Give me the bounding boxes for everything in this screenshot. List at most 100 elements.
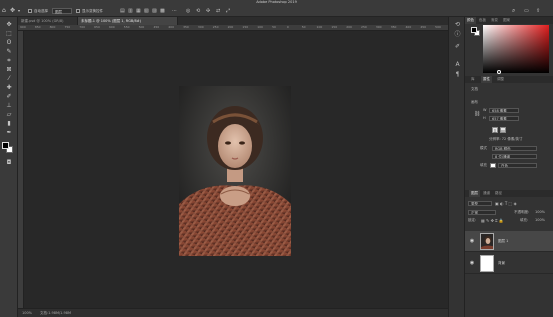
- layer-kind-filter[interactable]: 类型: [468, 201, 492, 206]
- bit-depth-dropdown[interactable]: 8 位/通道: [492, 154, 537, 159]
- move-tool-icon[interactable]: ✥: [2, 21, 16, 28]
- layer-row-1[interactable]: ◉ 图层 1: [465, 231, 553, 252]
- ruler-tick-label: 500: [435, 25, 441, 29]
- ruler-tick-label: 300: [197, 25, 204, 29]
- align-bottom-icon[interactable]: ▩: [160, 8, 165, 14]
- lasso-tool-icon[interactable]: ʘ: [2, 39, 16, 46]
- ruler-tick-label: 750: [64, 25, 71, 29]
- tab-patterns[interactable]: 图案: [501, 17, 512, 24]
- brush-settings-icon[interactable]: ✐: [453, 43, 462, 51]
- ruler-tick-label: 650: [94, 25, 100, 29]
- eye-icon[interactable]: ◉: [469, 238, 475, 244]
- distribute-icon[interactable]: ⋯: [172, 8, 177, 14]
- blend-mode-dropdown[interactable]: 正常: [468, 210, 496, 215]
- fill-opacity-value[interactable]: 100%: [535, 218, 545, 223]
- filter-icons[interactable]: ▣ ◐ T ⬚ ◈: [495, 201, 517, 206]
- info-icon[interactable]: ⓘ: [453, 31, 462, 39]
- ruler-tick-label: 450: [420, 25, 427, 29]
- tab-paths[interactable]: 路径: [493, 190, 504, 197]
- auto-select-checkbox[interactable]: [28, 9, 32, 13]
- zoom-level[interactable]: 100%: [22, 309, 32, 317]
- eyedropper-tool-icon[interactable]: ⁄: [2, 75, 16, 82]
- character-icon[interactable]: A: [453, 61, 462, 69]
- properties-canvas-heading: 画布: [471, 100, 478, 104]
- 3d-mode-icon[interactable]: ◎: [186, 8, 190, 14]
- eraser-tool-icon[interactable]: ▱: [2, 111, 16, 118]
- tab-channels[interactable]: 通道: [481, 190, 492, 197]
- tab-color[interactable]: 颜色: [465, 17, 476, 24]
- tab-gradients[interactable]: 渐变: [489, 17, 500, 24]
- mode-label: 模式: [480, 146, 487, 150]
- chevron-down-icon[interactable]: ▾: [18, 8, 20, 14]
- clone-stamp-tool-icon[interactable]: ⊥: [2, 102, 16, 109]
- healing-brush-tool-icon[interactable]: ✚: [2, 84, 16, 91]
- ruler-tick-label: 150: [331, 25, 338, 29]
- 3d-rotate-icon[interactable]: ⟲: [196, 8, 200, 14]
- color-picker-field[interactable]: [483, 25, 549, 74]
- lock-icons[interactable]: ▦ ✎ ✥ ⌗ 🔒: [481, 218, 504, 223]
- link-icon[interactable]: ⛓: [474, 112, 480, 117]
- width-field[interactable]: 658 像素: [489, 108, 519, 113]
- workspace-icon[interactable]: ▭: [524, 8, 529, 14]
- quick-select-tool-icon[interactable]: ✎: [2, 48, 16, 55]
- crop-tool-icon[interactable]: ⌗: [2, 57, 16, 64]
- brush-tool-icon[interactable]: ✐: [2, 93, 16, 100]
- fill-color-swatch[interactable]: [490, 163, 496, 168]
- align-top-icon[interactable]: ▧: [144, 8, 149, 14]
- ruler-tick-label: 700: [79, 25, 86, 29]
- ruler-tick-label: 0: [286, 25, 289, 29]
- orientation-landscape-button[interactable]: ▭: [500, 127, 506, 133]
- tab-swatches[interactable]: 色板: [477, 17, 488, 24]
- auto-select-label: 自动选择: [34, 9, 48, 13]
- home-icon[interactable]: ⌂: [2, 8, 6, 14]
- 3d-slide-icon[interactable]: ⇄: [216, 8, 220, 14]
- layer-name[interactable]: 图层 1: [498, 238, 508, 244]
- foreground-color-swatch[interactable]: [2, 142, 9, 149]
- search-icon[interactable]: ⌕: [512, 8, 515, 14]
- ruler-tick-label: 50: [272, 25, 276, 29]
- opacity-value[interactable]: 100%: [535, 210, 545, 215]
- panel-foreground-swatch[interactable]: [471, 27, 477, 33]
- 3d-scale-icon[interactable]: ⤢: [226, 8, 230, 14]
- tab-properties[interactable]: 属性: [481, 76, 492, 83]
- 3d-pan-icon[interactable]: ✣: [206, 8, 210, 14]
- move-tool-icon[interactable]: ✥: [10, 8, 15, 14]
- tab-adjustments[interactable]: 调整: [495, 76, 506, 83]
- mode-dropdown[interactable]: RGB 颜色: [492, 146, 537, 151]
- fill-dropdown[interactable]: 白色: [498, 163, 537, 168]
- align-center-icon[interactable]: ▥: [128, 8, 133, 14]
- portrait-photo: [179, 86, 291, 256]
- align-right-icon[interactable]: ▦: [136, 8, 141, 14]
- ruler-tick-label: 200: [346, 25, 352, 29]
- height-field[interactable]: 657 像素: [489, 116, 519, 121]
- document-tab-2[interactable]: 未标题-1 @ 100% (图层 1, RGB/8#): [78, 17, 178, 25]
- tab-layers[interactable]: 图层: [469, 190, 480, 197]
- properties-panel-tabs: 库 属性 调整: [465, 76, 553, 83]
- layer-thumbnail: [480, 255, 494, 272]
- align-left-icon[interactable]: ▤: [120, 8, 125, 14]
- pen-tool-icon[interactable]: ✒: [2, 129, 16, 136]
- quick-mask-icon[interactable]: ◘: [2, 159, 16, 166]
- transform-controls-checkbox[interactable]: [76, 9, 80, 13]
- document-tab-1[interactable]: 新建.psd @ 100% (GR/8): [18, 17, 78, 25]
- history-icon[interactable]: ⟲: [453, 21, 462, 29]
- tab-libraries[interactable]: 库: [469, 76, 477, 83]
- paragraph-icon[interactable]: ¶: [453, 71, 462, 79]
- layer-row-2[interactable]: ◉ 背景: [465, 253, 553, 274]
- color-picker-handle[interactable]: [497, 70, 501, 74]
- ruler-tick-label: 150: [242, 25, 249, 29]
- fill-opacity-label: 填充:: [520, 218, 529, 222]
- ruler-tick-label: 850: [34, 25, 41, 29]
- layer-thumbnail-image: [481, 234, 493, 249]
- auto-select-target-dropdown[interactable]: 图层: [52, 8, 72, 14]
- gradient-tool-icon[interactable]: ▮: [2, 120, 16, 127]
- eye-icon[interactable]: ◉: [469, 260, 475, 266]
- align-middle-icon[interactable]: ▨: [152, 8, 157, 14]
- document-info[interactable]: 文档:1.98M/1.98M: [40, 309, 71, 317]
- ruler-tick-label: 250: [212, 25, 219, 29]
- frame-tool-icon[interactable]: ⊠: [2, 66, 16, 73]
- layer-name[interactable]: 背景: [498, 260, 505, 266]
- share-icon[interactable]: ⇪: [536, 8, 540, 14]
- marquee-tool-icon[interactable]: ⬚: [2, 30, 16, 37]
- orientation-portrait-button[interactable]: ▯: [492, 127, 498, 133]
